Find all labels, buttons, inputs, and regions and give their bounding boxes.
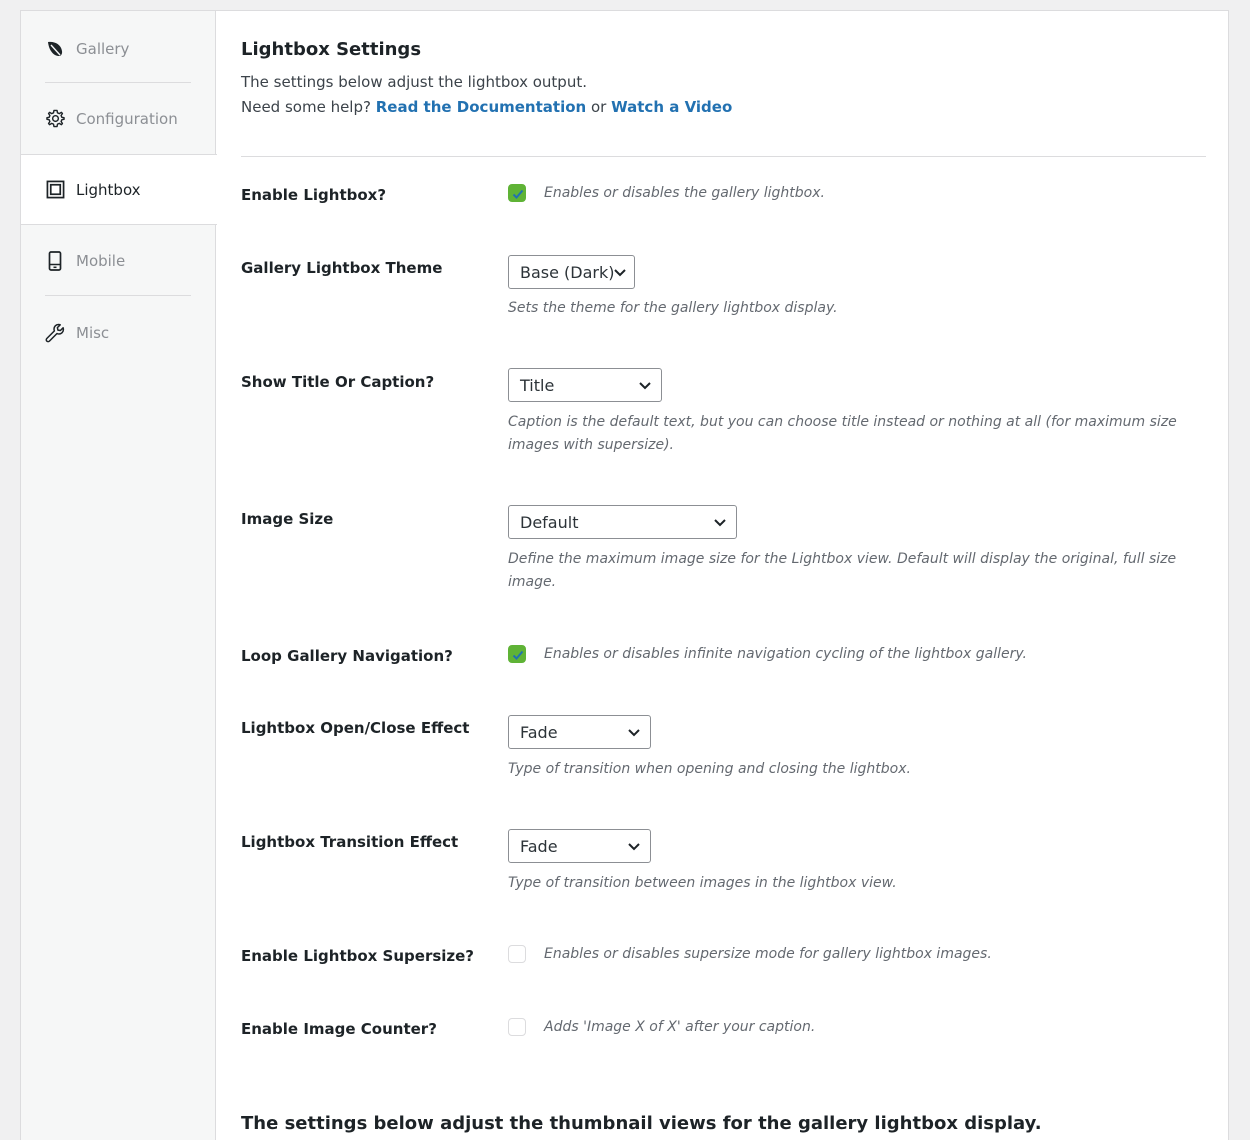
image-size-label: Image Size bbox=[241, 510, 334, 528]
page-description: The settings below adjust the lightbox o… bbox=[241, 73, 587, 91]
chevron-down-icon bbox=[714, 519, 726, 527]
transition-effect-help: Type of transition between images in the… bbox=[508, 875, 897, 891]
sidebar-tab-misc[interactable]: Misc bbox=[21, 297, 216, 368]
lightbox-theme-label: Gallery Lightbox Theme bbox=[241, 259, 443, 277]
title-caption-label: Show Title Or Caption? bbox=[241, 373, 435, 391]
supersize-help: Enables or disables supersize mode for g… bbox=[544, 946, 992, 962]
sidebar-tab-label: Misc bbox=[76, 323, 110, 342]
open-close-effect-label: Lightbox Open/Close Effect bbox=[241, 719, 470, 737]
image-size-select[interactable]: Default bbox=[508, 505, 737, 539]
help-line: Need some help? Read the Documentation o… bbox=[241, 98, 732, 116]
title-caption-help: Caption is the default text, but you can… bbox=[508, 414, 1177, 453]
gear-icon bbox=[45, 109, 65, 129]
settings-sidebar: Gallery Configuration Lightbox Mobile Mi… bbox=[21, 11, 217, 1140]
sidebar-tab-mobile[interactable]: Mobile bbox=[21, 225, 216, 296]
header-divider bbox=[241, 156, 1206, 157]
chevron-down-icon bbox=[628, 729, 640, 737]
sidebar-divider bbox=[45, 295, 191, 296]
loop-navigation-checkbox[interactable] bbox=[508, 645, 526, 663]
image-counter-help: Adds 'Image X of X' after your caption. bbox=[544, 1019, 816, 1035]
sidebar-tab-label: Gallery bbox=[76, 39, 130, 58]
documentation-link[interactable]: Read the Documentation bbox=[376, 98, 586, 116]
sidebar-tab-configuration[interactable]: Configuration bbox=[21, 83, 216, 154]
supersize-label: Enable Lightbox Supersize? bbox=[241, 947, 475, 965]
chevron-down-icon bbox=[614, 269, 626, 277]
enable-lightbox-help: Enables or disables the gallery lightbox… bbox=[544, 185, 825, 201]
supersize-checkbox[interactable] bbox=[508, 945, 526, 963]
help-prefix: Need some help? bbox=[241, 98, 371, 116]
title-caption-select[interactable]: Title bbox=[508, 368, 662, 402]
loop-navigation-label: Loop Gallery Navigation? bbox=[241, 647, 453, 665]
or-text: or bbox=[590, 98, 607, 116]
image-counter-label: Enable Image Counter? bbox=[241, 1020, 437, 1038]
sidebar-tab-label: Configuration bbox=[76, 109, 178, 128]
lightbox-theme-value: Base (Dark) bbox=[520, 262, 615, 282]
enable-lightbox-checkbox[interactable] bbox=[508, 184, 526, 202]
chevron-down-icon bbox=[639, 382, 651, 390]
loop-navigation-help: Enables or disables infinite navigation … bbox=[544, 646, 1027, 662]
enable-lightbox-label: Enable Lightbox? bbox=[241, 186, 387, 204]
sidebar-tab-lightbox[interactable]: Lightbox bbox=[21, 154, 217, 225]
sidebar-tab-gallery[interactable]: Gallery bbox=[21, 13, 216, 84]
transition-effect-value: Fade bbox=[520, 836, 558, 856]
image-size-value: Default bbox=[520, 512, 579, 532]
title-caption-value: Title bbox=[520, 375, 555, 395]
lightbox-theme-help: Sets the theme for the gallery lightbox … bbox=[508, 300, 838, 316]
lightbox-icon bbox=[45, 180, 65, 200]
mobile-icon bbox=[45, 250, 65, 271]
sidebar-tab-label: Lightbox bbox=[76, 180, 141, 199]
open-close-effect-value: Fade bbox=[520, 722, 558, 742]
settings-panel: Gallery Configuration Lightbox Mobile Mi… bbox=[20, 10, 1229, 1140]
chevron-down-icon bbox=[628, 843, 640, 851]
image-size-help: Define the maximum image size for the Li… bbox=[508, 551, 1177, 590]
leaf-icon bbox=[45, 39, 65, 59]
transition-effect-select[interactable]: Fade bbox=[508, 829, 651, 863]
transition-effect-label: Lightbox Transition Effect bbox=[241, 833, 459, 851]
page-title: Lightbox Settings bbox=[241, 39, 422, 60]
thumbnails-section-heading: The settings below adjust the thumbnail … bbox=[241, 1113, 1042, 1134]
open-close-effect-help: Type of transition when opening and clos… bbox=[508, 761, 911, 777]
lightbox-theme-select[interactable]: Base (Dark) bbox=[508, 255, 635, 289]
open-close-effect-select[interactable]: Fade bbox=[508, 715, 651, 749]
settings-content: Lightbox Settings The settings below adj… bbox=[241, 11, 1206, 1140]
sidebar-tab-label: Mobile bbox=[76, 251, 126, 270]
wrench-icon bbox=[45, 323, 65, 343]
image-counter-checkbox[interactable] bbox=[508, 1018, 526, 1036]
watch-video-link[interactable]: Watch a Video bbox=[611, 98, 732, 116]
